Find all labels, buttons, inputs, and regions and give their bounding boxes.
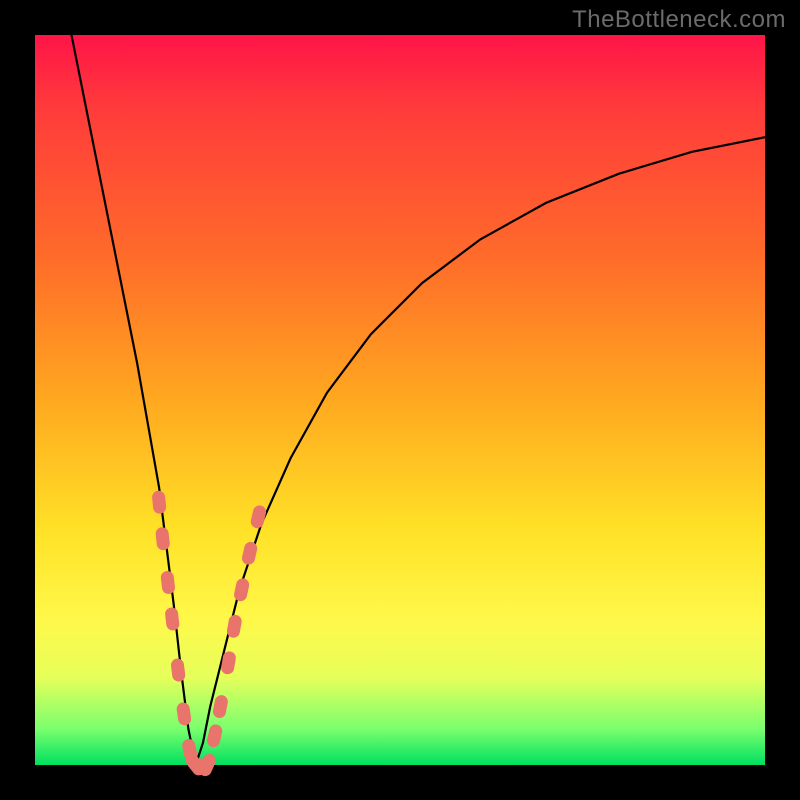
marker-point (156, 527, 170, 550)
marker-group (152, 491, 267, 778)
marker-point (241, 541, 258, 565)
marker-point (212, 695, 228, 719)
marker-point (206, 724, 223, 748)
marker-point (197, 753, 217, 778)
chart-frame: TheBottleneck.com (0, 0, 800, 800)
marker-point (176, 702, 191, 726)
marker-point (233, 578, 249, 602)
marker-point (250, 505, 267, 529)
marker-point (161, 571, 175, 594)
marker-point (165, 607, 179, 630)
marker-point (152, 491, 166, 514)
curve-layer (35, 35, 765, 765)
watermark-text: TheBottleneck.com (572, 6, 786, 34)
marker-point (226, 614, 242, 638)
plot-area (35, 35, 765, 765)
bottleneck-curve (72, 35, 766, 765)
marker-point (171, 658, 186, 681)
